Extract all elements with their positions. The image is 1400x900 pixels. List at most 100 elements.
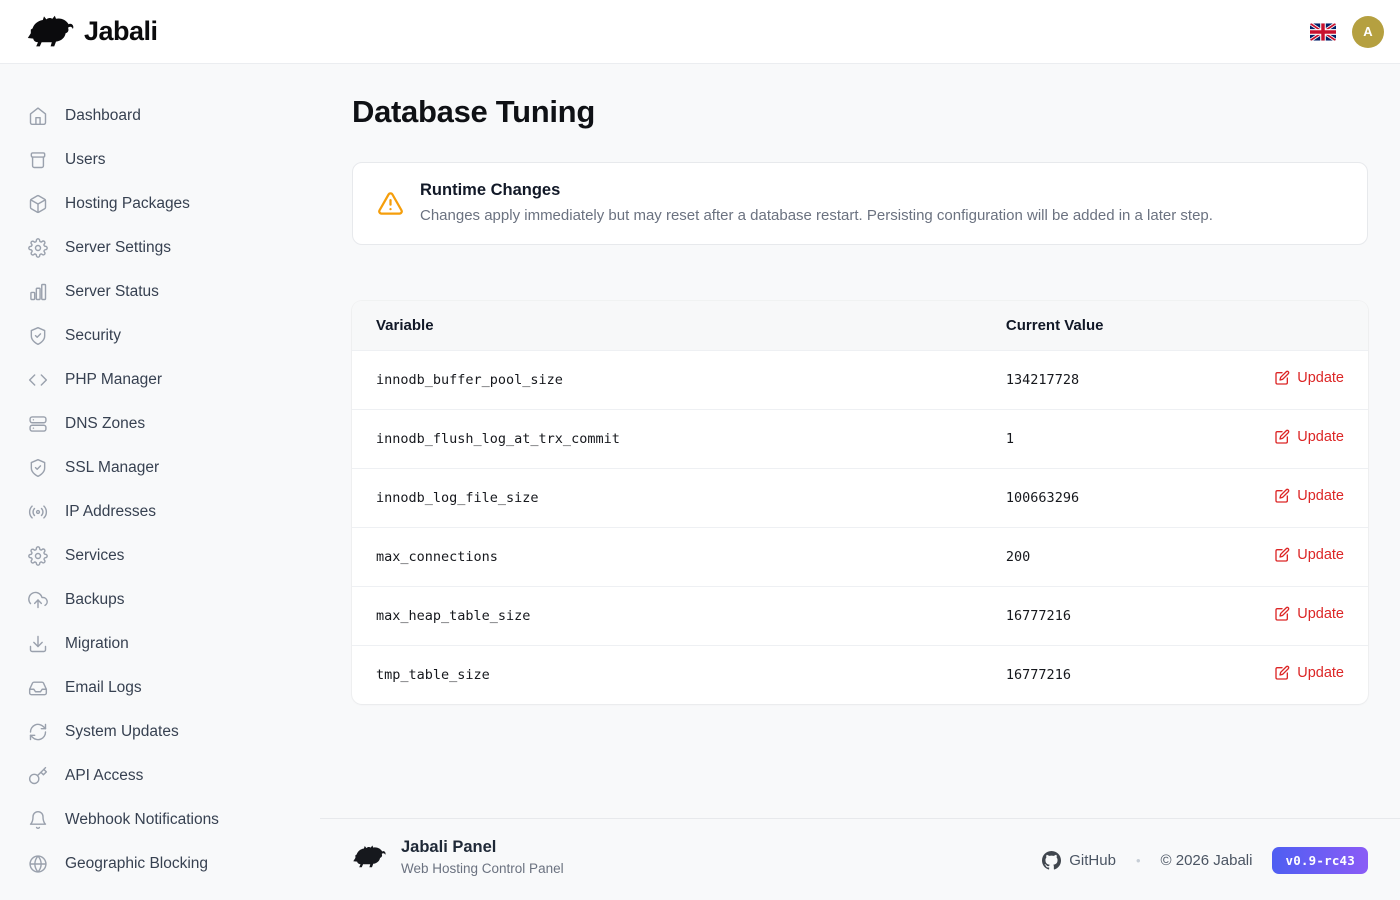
variable-value: 134217728 [982,351,1226,410]
shield-check-icon [28,326,48,346]
brand-name: Jabali [84,16,158,47]
sidebar-item-server-status[interactable]: Server Status [0,270,320,314]
variable-value: 100663296 [982,469,1226,528]
notice-description: Changes apply immediately but may reset … [420,205,1213,226]
sidebar-item-ip-addresses[interactable]: IP Addresses [0,490,320,534]
sidebar-item-geographic-blocking[interactable]: Geographic Blocking [0,842,320,886]
sidebar-item-api-access[interactable]: API Access [0,754,320,798]
gear-icon [28,238,48,258]
github-icon [1042,851,1061,870]
variable-name: tmp_table_size [352,646,982,705]
server-icon [28,414,48,434]
sidebar-item-label: System Updates [65,723,179,741]
bell-icon [28,810,48,830]
footer-brand-block: Jabali Panel Web Hosting Control Panel [352,838,564,876]
notice-text: Runtime Changes Changes apply immediatel… [420,181,1213,226]
sidebar-item-security[interactable]: Security [0,314,320,358]
footer: Jabali Panel Web Hosting Control Panel G… [320,818,1400,900]
footer-meta: GitHub • © 2026 Jabali v0.9-rc43 [1042,838,1368,874]
footer-brand-text: Jabali Panel Web Hosting Control Panel [401,838,564,876]
edit-pencil-icon [1274,429,1290,445]
bar-chart-icon [28,282,48,302]
update-button[interactable]: Update [1274,488,1344,504]
update-button[interactable]: Update [1274,429,1344,445]
sidebar-item-hosting-packages[interactable]: Hosting Packages [0,182,320,226]
sidebar-item-label: Services [65,547,124,565]
sidebar-item-services[interactable]: Services [0,534,320,578]
update-label: Update [1297,488,1344,504]
sidebar-item-users[interactable]: Users [0,138,320,182]
column-header-current-value: Current Value [982,301,1226,351]
sidebar-item-label: SSL Manager [65,459,159,477]
edit-pencil-icon [1274,665,1290,681]
version-badge: v0.9-rc43 [1272,847,1368,874]
sidebar-item-label: Security [65,327,121,345]
uk-flag-icon[interactable] [1310,23,1336,41]
footer-tagline: Web Hosting Control Panel [401,861,564,876]
update-label: Update [1297,370,1344,386]
update-label: Update [1297,665,1344,681]
sidebar-item-label: Server Status [65,283,159,301]
update-button[interactable]: Update [1274,547,1344,563]
variable-name: max_connections [352,528,982,587]
sidebar-item-label: Geographic Blocking [65,855,208,873]
sidebar-item-server-settings[interactable]: Server Settings [0,226,320,270]
warning-triangle-icon [377,190,404,217]
sidebar-item-system-updates[interactable]: System Updates [0,710,320,754]
update-button[interactable]: Update [1274,370,1344,386]
runtime-changes-notice: Runtime Changes Changes apply immediatel… [352,162,1368,245]
sidebar-item-webhook-notifications[interactable]: Webhook Notifications [0,798,320,842]
sidebar-item-label: Dashboard [65,107,141,125]
sidebar-item-dns-zones[interactable]: DNS Zones [0,402,320,446]
sidebar-item-label: API Access [65,767,143,785]
boar-logo-icon [26,15,74,49]
table-row: innodb_flush_log_at_trx_commit 1 Update [352,410,1368,469]
update-button[interactable]: Update [1274,606,1344,622]
code-icon [28,370,48,390]
notice-title: Runtime Changes [420,181,1213,200]
home-icon [28,106,48,126]
sidebar-item-ssl-manager[interactable]: SSL Manager [0,446,320,490]
variable-value: 200 [982,528,1226,587]
sidebar-item-label: Migration [65,635,129,653]
sidebar-item-label: Users [65,151,105,169]
gear-icon [28,546,48,566]
users-icon [28,150,48,170]
user-avatar[interactable]: A [1352,16,1384,48]
variable-value: 1 [982,410,1226,469]
variable-name: innodb_buffer_pool_size [352,351,982,410]
table-row: innodb_log_file_size 100663296 Update [352,469,1368,528]
sidebar-item-label: Email Logs [65,679,142,697]
update-button[interactable]: Update [1274,665,1344,681]
sidebar-item-backups[interactable]: Backups [0,578,320,622]
table-row: max_connections 200 Update [352,528,1368,587]
main-area: Database Tuning Runtime Changes Changes … [320,64,1400,900]
inbox-icon [28,678,48,698]
cloud-upload-icon [28,590,48,610]
table-header-row: Variable Current Value [352,301,1368,351]
update-label: Update [1297,606,1344,622]
sidebar-item-label: Webhook Notifications [65,811,219,829]
edit-pencil-icon [1274,606,1290,622]
sidebar-item-label: Server Settings [65,239,171,257]
sidebar-item-migration[interactable]: Migration [0,622,320,666]
variable-name: innodb_flush_log_at_trx_commit [352,410,982,469]
main-content: Database Tuning Runtime Changes Changes … [320,64,1400,704]
sidebar-item-php-manager[interactable]: PHP Manager [0,358,320,402]
boar-logo-icon [352,844,386,870]
github-link[interactable]: GitHub [1042,851,1116,870]
sidebar-item-dashboard[interactable]: Dashboard [0,94,320,138]
edit-pencil-icon [1274,488,1290,504]
sidebar-item-email-logs[interactable]: Email Logs [0,666,320,710]
shield-check-icon [28,458,48,478]
variable-name: max_heap_table_size [352,587,982,646]
globe-icon [28,854,48,874]
table-row: max_heap_table_size 16777216 Update [352,587,1368,646]
brand-logo[interactable]: Jabali [26,15,158,49]
sidebar-item-label: Hosting Packages [65,195,190,213]
refresh-icon [28,722,48,742]
table-row: innodb_buffer_pool_size 134217728 Update [352,351,1368,410]
package-icon [28,194,48,214]
variable-value: 16777216 [982,587,1226,646]
copyright-text: © 2026 Jabali [1161,852,1253,869]
